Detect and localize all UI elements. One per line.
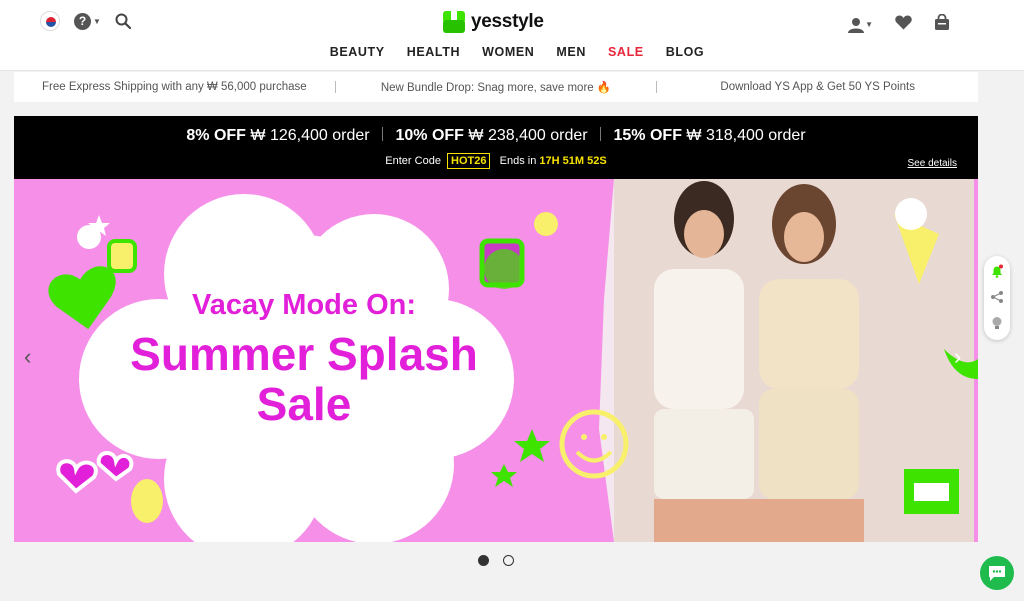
nav-blog[interactable]: BLOG <box>666 45 705 59</box>
search-icon[interactable] <box>115 13 131 29</box>
offer-pct: 10% OFF <box>395 127 464 144</box>
carousel-dot[interactable] <box>478 555 489 566</box>
header-left-tools: ? ▼ <box>40 11 131 31</box>
carousel-dots <box>478 555 514 566</box>
site-logo[interactable]: yesstyle <box>443 11 544 33</box>
help-icon: ? <box>74 12 91 30</box>
nav-men[interactable]: MEN <box>556 45 586 59</box>
hero-subtitle: Vacay Mode On: <box>191 289 416 321</box>
side-toolbar <box>984 256 1010 340</box>
ends-label: Ends in <box>499 155 537 167</box>
nav-beauty[interactable]: BEAUTY <box>330 45 385 59</box>
share-icon[interactable] <box>990 290 1004 304</box>
nav-women[interactable]: WOMEN <box>482 45 534 59</box>
offer-amount: ₩ 126,400 order <box>250 127 370 144</box>
carousel-prev-arrow[interactable]: ‹ <box>24 344 31 370</box>
bag-icon[interactable] <box>934 13 950 35</box>
see-details-link[interactable]: See details <box>908 158 957 169</box>
divider <box>600 127 602 141</box>
hero-banner[interactable]: Vacay Mode On: Summer Splash Sale ‹ › <box>14 179 978 542</box>
nav-sale[interactable]: SALE <box>608 45 644 59</box>
lightbulb-icon[interactable] <box>990 316 1004 330</box>
divider <box>382 127 384 141</box>
promo-bundle[interactable]: New Bundle Drop: Snag more, save more 🔥 <box>336 80 657 94</box>
promo-shipping[interactable]: Free Express Shipping with any ₩ 56,000 … <box>14 81 335 93</box>
yesstyle-logo-icon <box>443 11 465 33</box>
promo-bundle-text: New Bundle Drop: Snag more, save more <box>380 82 594 94</box>
chevron-down-icon: ▼ <box>93 16 101 26</box>
offer-tiers: 8% OFF ₩ 126,400 order 10% OFF ₩ 238,400… <box>14 127 978 145</box>
header-right-tools: ▼ <box>848 13 950 35</box>
user-icon[interactable]: ▼ <box>848 17 873 33</box>
carousel-dot[interactable] <box>503 555 514 566</box>
promo-strip: Free Express Shipping with any ₩ 56,000 … <box>14 72 978 102</box>
hero-title-line: Summer Splash <box>130 328 478 380</box>
nav-health[interactable]: HEALTH <box>407 45 460 59</box>
offer-banner[interactable]: 8% OFF ₩ 126,400 order 10% OFF ₩ 238,400… <box>14 116 978 179</box>
hero-title-line: Sale <box>256 378 352 430</box>
chevron-down-icon: ▼ <box>865 20 873 29</box>
korea-flag-icon[interactable] <box>40 11 60 31</box>
hero-title: Summer Splash Sale <box>94 329 514 429</box>
countdown-timer: 17H 51M 52S <box>539 155 607 167</box>
carousel-next-arrow[interactable]: › <box>954 344 961 370</box>
offer-amount: ₩ 238,400 order <box>468 127 588 144</box>
chat-icon <box>989 566 1005 581</box>
bell-icon[interactable] <box>990 264 1004 278</box>
offer-pct: 15% OFF <box>613 127 682 144</box>
promo-code-line: Enter Code HOT26 Ends in 17H 51M 52S <box>14 153 978 169</box>
enter-code-label: Enter Code <box>385 155 441 167</box>
help-menu[interactable]: ? ▼ <box>74 12 101 30</box>
offer-pct: 8% OFF <box>186 127 246 144</box>
main-nav: BEAUTY HEALTH WOMEN MEN SALE BLOG <box>0 45 1024 59</box>
site-header: ? ▼ yesstyle ▼ BEAUTY HEALTH WOMEN MEN S… <box>0 0 1024 71</box>
heart-icon[interactable] <box>895 15 912 35</box>
promo-app[interactable]: Download YS App & Get 50 YS Points <box>657 81 978 93</box>
flame-icon: 🔥 <box>596 82 612 94</box>
chat-button[interactable] <box>980 556 1014 590</box>
logo-text: yesstyle <box>471 11 544 32</box>
offer-amount: ₩ 318,400 order <box>686 127 806 144</box>
promo-code: HOT26 <box>447 153 491 169</box>
